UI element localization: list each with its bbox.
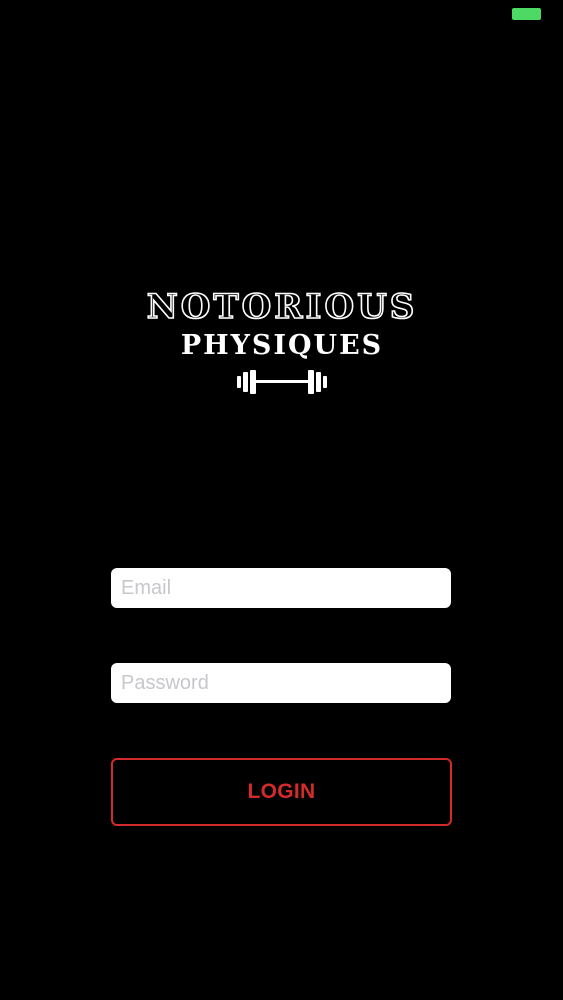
barbell-icon xyxy=(237,370,327,394)
email-field[interactable] xyxy=(111,568,451,608)
login-button[interactable]: LOGIN xyxy=(111,758,452,826)
battery-icon xyxy=(512,8,541,20)
brand-line1: NOTORIOUS xyxy=(147,287,418,327)
brand-line2: PHYSIQUES xyxy=(181,330,383,361)
brand-logo-graphic: NOTORIOUS PHYSIQUES xyxy=(146,286,418,394)
brand-logo: NOTORIOUS PHYSIQUES xyxy=(126,284,438,400)
status-bar xyxy=(0,0,563,28)
password-field[interactable] xyxy=(111,663,451,703)
